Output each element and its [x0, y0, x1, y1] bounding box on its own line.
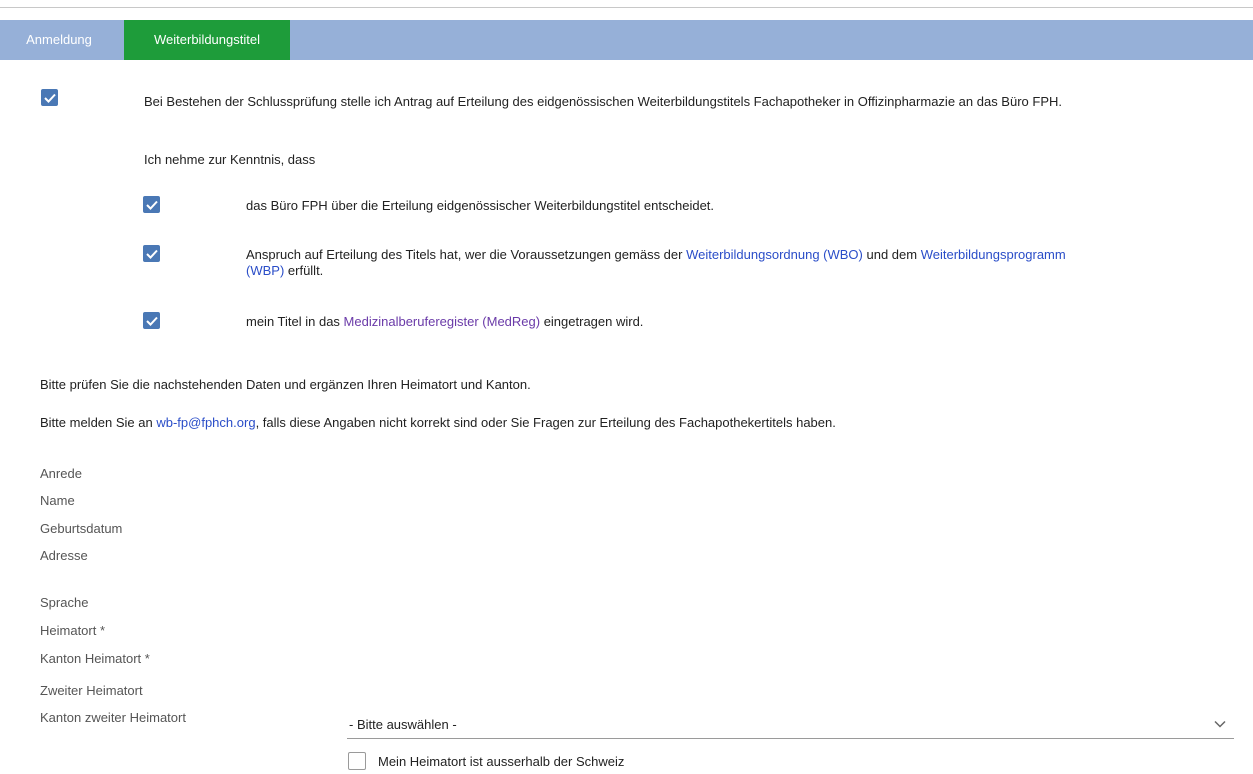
- label-anrede: Anrede: [40, 466, 82, 481]
- ack-eligibility-checkbox[interactable]: [143, 245, 160, 262]
- ack-medreg-text-part: eingetragen wird.: [540, 314, 644, 329]
- contact-text-part: , falls diese Angaben nicht korrekt sind…: [255, 415, 836, 430]
- tab-weiterbildungstitel[interactable]: Weiterbildungstitel: [124, 20, 290, 60]
- link-medreg[interactable]: Medizinalberuferegister (MedReg): [344, 314, 541, 329]
- abroad-checkbox[interactable]: [348, 752, 366, 770]
- link-wbo[interactable]: Weiterbildungsordnung (WBO): [686, 247, 863, 262]
- label-sprache: Sprache: [40, 595, 89, 610]
- ack-medreg-text-part: mein Titel in das: [246, 314, 344, 329]
- ack-medreg-checkbox[interactable]: [143, 312, 160, 329]
- ack-eligibility-text-part: Anspruch auf Erteilung des Titels hat, w…: [246, 247, 687, 262]
- chevron-down-icon: [1214, 720, 1226, 728]
- label-kanton-heimatort: Kanton Heimatort *: [40, 651, 150, 666]
- checkmark-icon: [146, 249, 158, 259]
- check-data-text: Bitte prüfen Sie die nachstehenden Daten…: [40, 377, 531, 392]
- ack-eligibility-text: Anspruch auf Erteilung des Titels hat, w…: [246, 247, 1106, 279]
- contact-text-part: Bitte melden Sie an: [40, 415, 157, 430]
- ack-eligibility-text-part: erfüllt.: [284, 263, 324, 278]
- ack-eligibility-text-part: und dem: [862, 247, 921, 262]
- checkmark-icon: [44, 93, 56, 103]
- label-name: Name: [40, 493, 75, 508]
- label-zweiter-heimatort: Zweiter Heimatort: [40, 683, 143, 698]
- consent-checkbox[interactable]: [41, 89, 58, 106]
- top-separator: [0, 0, 1253, 8]
- label-geburtsdatum: Geburtsdatum: [40, 521, 123, 536]
- ack-medreg-text: mein Titel in das Medizinalberuferegiste…: [246, 314, 643, 330]
- consent-text: Bei Bestehen der Schlussprüfung stelle i…: [144, 94, 1062, 109]
- kanton-zweiter-heimatort-select[interactable]: - Bitte auswählen -: [347, 712, 1234, 739]
- select-value: - Bitte auswählen -: [349, 717, 457, 732]
- ack-decision-text: das Büro FPH über die Erteilung eidgenös…: [246, 198, 715, 213]
- checkmark-icon: [146, 316, 158, 326]
- label-adresse: Adresse: [40, 548, 88, 563]
- checkmark-icon: [146, 200, 158, 210]
- label-heimatort: Heimatort *: [40, 623, 106, 638]
- abroad-checkbox-label: Mein Heimatort ist ausserhalb der Schwei…: [378, 754, 625, 769]
- contact-text: Bitte melden Sie an wb-fp@fphch.org, fal…: [40, 415, 836, 431]
- label-kanton-zweiter-heimatort: Kanton zweiter Heimatort: [40, 710, 186, 725]
- ack-decision-checkbox[interactable]: [143, 196, 160, 213]
- tab-anmeldung[interactable]: Anmeldung: [0, 20, 118, 60]
- email-link[interactable]: wb-fp@fphch.org: [156, 415, 255, 430]
- acknowledge-intro: Ich nehme zur Kenntnis, dass: [144, 152, 316, 167]
- tab-bar: Anmeldung Weiterbildungstitel: [0, 20, 1253, 60]
